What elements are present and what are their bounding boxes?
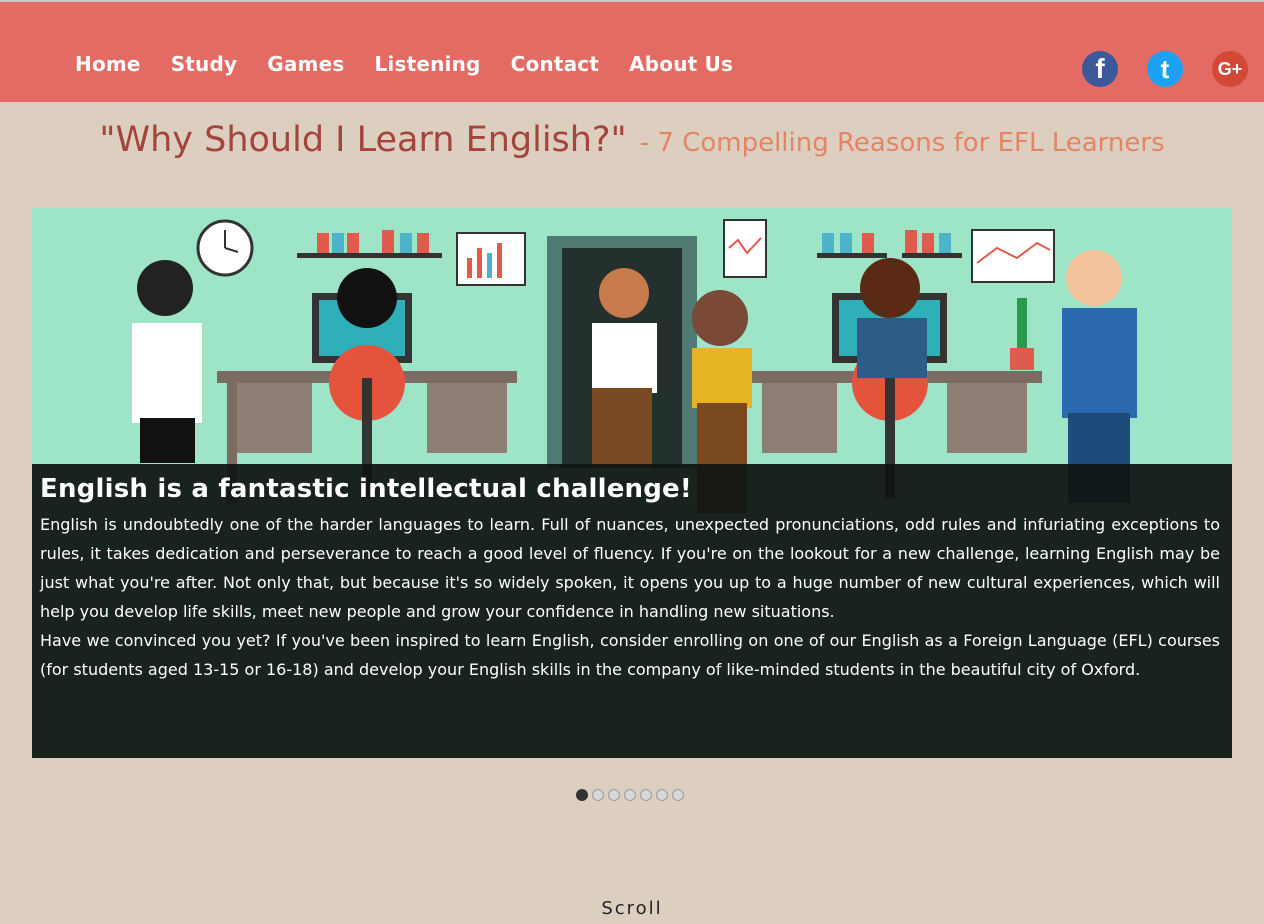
- nav-study[interactable]: Study: [171, 52, 238, 76]
- google-plus-icon[interactable]: G+: [1212, 51, 1248, 87]
- slide-title: English is a fantastic intellectual chal…: [40, 474, 692, 504]
- facebook-icon[interactable]: f: [1082, 51, 1118, 87]
- slider-dot-6[interactable]: [656, 789, 668, 801]
- slider-dot-3[interactable]: [608, 789, 620, 801]
- top-navigation-bar: Home Study Games Listening Contact About…: [0, 0, 1264, 102]
- slide-paragraph-2: Have we convinced you yet? If you've bee…: [40, 631, 1220, 679]
- nav-listening[interactable]: Listening: [374, 52, 480, 76]
- slider-dot-5[interactable]: [640, 789, 652, 801]
- nav-home[interactable]: Home: [75, 52, 141, 76]
- headline-subtitle: - 7 Compelling Reasons for EFL Learners: [639, 128, 1165, 158]
- nav-contact[interactable]: Contact: [511, 52, 600, 76]
- slider-pagination: [576, 789, 684, 801]
- slider-dot-4[interactable]: [624, 789, 636, 801]
- slider-dot-1[interactable]: [576, 789, 588, 801]
- main-nav: Home Study Games Listening Contact About…: [75, 52, 763, 76]
- page-headline: "Why Should I Learn English?" - 7 Compel…: [0, 120, 1264, 160]
- image-slider[interactable]: English is a fantastic intellectual chal…: [32, 208, 1232, 758]
- slider-dot-7[interactable]: [672, 789, 684, 801]
- nav-games[interactable]: Games: [267, 52, 344, 76]
- twitter-icon[interactable]: t: [1147, 51, 1183, 87]
- headline-main: "Why Should I Learn English?": [99, 120, 627, 160]
- slide-caption: English is a fantastic intellectual chal…: [32, 464, 1232, 758]
- slide-paragraph-1: English is undoubtedly one of the harder…: [40, 515, 1220, 621]
- nav-about-us[interactable]: About Us: [629, 52, 733, 76]
- slider-dot-2[interactable]: [592, 789, 604, 801]
- scroll-label[interactable]: Scroll: [0, 898, 1264, 919]
